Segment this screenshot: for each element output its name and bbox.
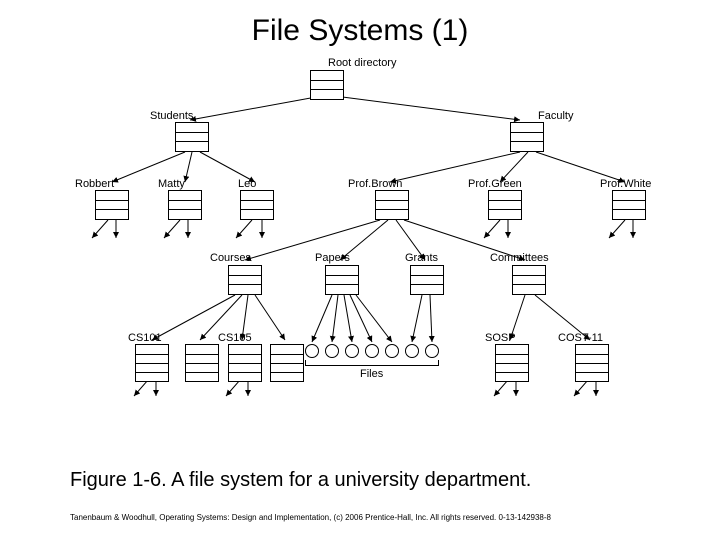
file-grant-2 — [425, 344, 439, 358]
label-grants: Grants — [405, 252, 438, 264]
files-bracket — [305, 360, 439, 366]
node-cost11 — [575, 344, 609, 382]
label-cs101: CS101 — [128, 332, 162, 344]
copyright-footer: Tanenbaum & Woodhull, Operating Systems:… — [70, 513, 551, 522]
label-faculty: Faculty — [538, 110, 573, 122]
node-matty — [168, 190, 202, 220]
label-robbert: Robbert — [75, 178, 114, 190]
label-courses: Courses — [210, 252, 251, 264]
figure-caption: Figure 1-6. A file system for a universi… — [0, 469, 720, 492]
node-robbert — [95, 190, 129, 220]
label-cs105: CS105 — [218, 332, 252, 344]
file-paper-2 — [325, 344, 339, 358]
node-grants — [410, 265, 444, 295]
node-profgreen — [488, 190, 522, 220]
file-paper-3 — [345, 344, 359, 358]
label-papers: Papers — [315, 252, 350, 264]
node-students — [175, 122, 209, 152]
label-students: Students — [150, 110, 193, 122]
node-cs101 — [135, 344, 169, 382]
node-unnamed-course-2 — [270, 344, 304, 382]
file-grant-1 — [405, 344, 419, 358]
node-papers — [325, 265, 359, 295]
label-leo: Leo — [238, 178, 256, 190]
filesystem-diagram: Root directory Students Faculty Robbert … — [80, 60, 660, 460]
node-root — [310, 70, 344, 100]
label-matty: Matty — [158, 178, 185, 190]
node-profwhite — [612, 190, 646, 220]
label-sosp: SOSP — [485, 332, 516, 344]
page-title: File Systems (1) — [0, 0, 720, 48]
node-faculty — [510, 122, 544, 152]
node-unnamed-course-1 — [185, 344, 219, 382]
node-sosp — [495, 344, 529, 382]
label-root: Root directory — [328, 57, 396, 69]
label-profbrown: Prof.Brown — [348, 178, 402, 190]
node-cs105 — [228, 344, 262, 382]
label-committees: Committees — [490, 252, 549, 264]
node-committees — [512, 265, 546, 295]
file-paper-5 — [385, 344, 399, 358]
label-profgreen: Prof.Green — [468, 178, 522, 190]
file-paper-1 — [305, 344, 319, 358]
file-paper-4 — [365, 344, 379, 358]
label-files: Files — [360, 368, 383, 380]
label-profwhite: Prof.White — [600, 178, 651, 190]
node-profbrown — [375, 190, 409, 220]
label-cost11: COST-11 — [558, 332, 603, 344]
node-courses — [228, 265, 262, 295]
node-leo — [240, 190, 274, 220]
